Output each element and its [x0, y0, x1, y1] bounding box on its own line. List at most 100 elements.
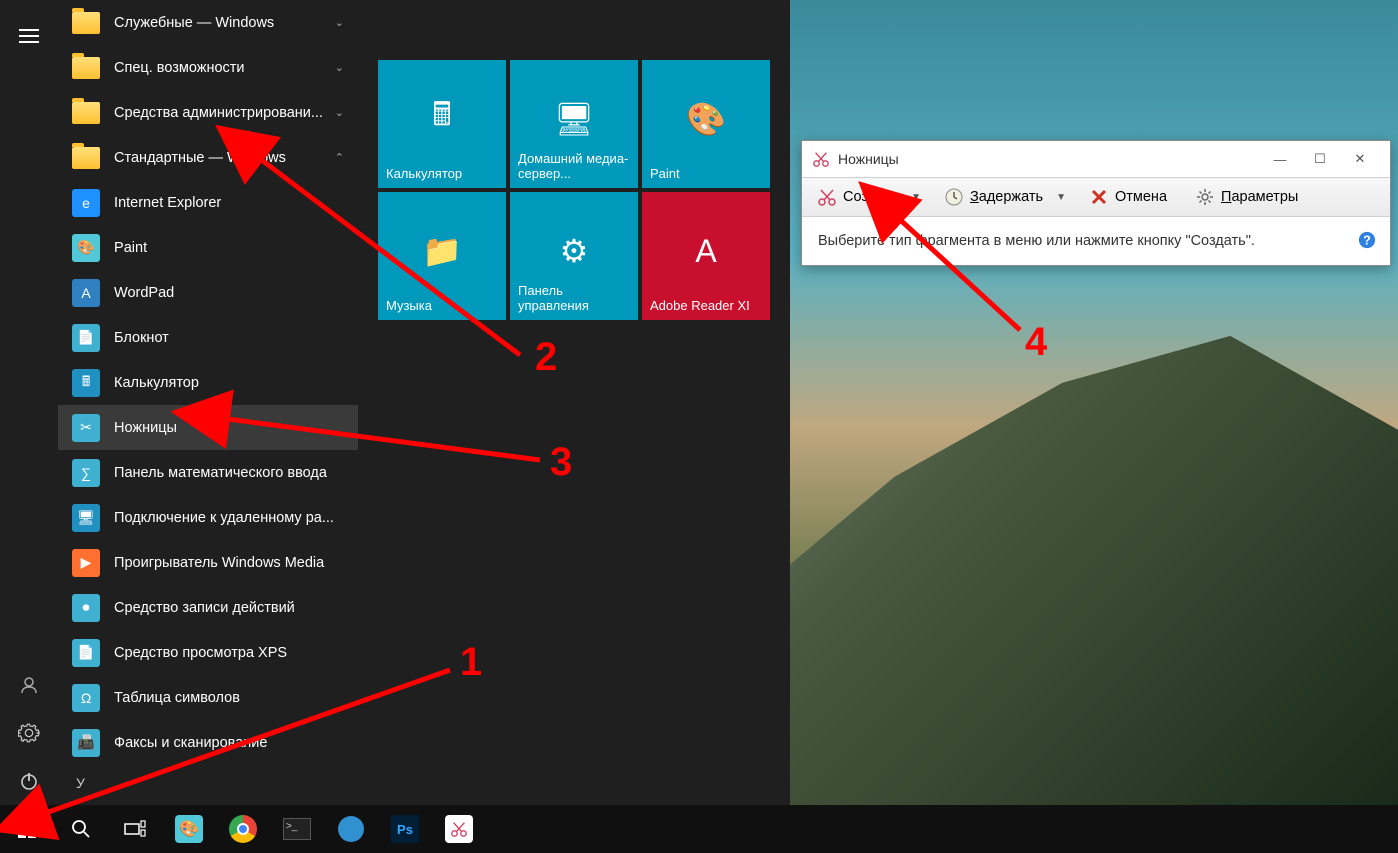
snipping-tool-window: Ножницы — ☐ ✕ Создать ▼ Задержать ▼ Отме… — [801, 140, 1391, 266]
snip-body: Выберите тип фрагмента в меню или нажмит… — [802, 217, 1390, 265]
folder-icon — [72, 147, 100, 169]
minimize-button[interactable]: — — [1260, 145, 1300, 173]
params-button[interactable]: Параметры — [1186, 182, 1307, 212]
app-item-2[interactable]: A WordPad — [58, 270, 358, 315]
app-icon: ⏺ — [72, 594, 100, 622]
folder-icon — [72, 12, 100, 34]
app-label: Internet Explorer — [114, 195, 221, 211]
app-icon: 📠 — [72, 729, 100, 757]
folder-0[interactable]: Служебные — Windows⌄ — [58, 0, 358, 45]
tile-label: Adobe Reader XI — [650, 299, 762, 314]
tile-4[interactable]: ⚙Панель управления — [510, 192, 638, 320]
app-label: Факсы и сканирование — [114, 735, 267, 751]
taskbar-snipping[interactable] — [432, 805, 486, 853]
app-label: Блокнот — [114, 330, 169, 346]
app-item-3[interactable]: 📄 Блокнот — [58, 315, 358, 360]
app-label: Панель математического ввода — [114, 465, 327, 481]
app-label: Paint — [114, 240, 147, 256]
tile-0[interactable]: 🖩 Калькулятор — [378, 60, 506, 188]
hamburger-icon[interactable] — [5, 12, 53, 60]
create-label: Создать — [843, 189, 898, 205]
start-button[interactable] — [0, 805, 54, 853]
annotation-4: 4 — [1025, 320, 1047, 365]
cancel-button[interactable]: Отмена — [1080, 182, 1176, 212]
create-dropdown[interactable]: ▼ — [907, 192, 925, 203]
tile-icon: 📁 — [421, 230, 463, 272]
folder-label: Служебные — Windows — [114, 15, 274, 31]
close-button[interactable]: ✕ — [1340, 145, 1380, 173]
power-icon[interactable] — [5, 757, 53, 805]
app-label: Таблица символов — [114, 690, 240, 706]
app-item-5[interactable]: ✂ Ножницы — [58, 405, 358, 450]
search-button[interactable] — [54, 805, 108, 853]
folder-label: Спец. возможности — [114, 60, 244, 76]
delay-dropdown[interactable]: ▼ — [1052, 192, 1070, 203]
window-title: Ножницы — [838, 151, 1260, 167]
app-label: Проигрыватель Windows Media — [114, 555, 324, 571]
tile-icon: 🎨 — [685, 98, 727, 140]
tile-label: Калькулятор — [386, 167, 498, 182]
app-label: Средство записи действий — [114, 600, 295, 616]
app-label: Средство просмотра XPS — [114, 645, 287, 661]
maximize-button[interactable]: ☐ — [1300, 145, 1340, 173]
tile-1[interactable]: 🖥Домашний медиа-сервер... — [510, 60, 638, 188]
app-item-8[interactable]: ▶Проигрыватель Windows Media — [58, 540, 358, 585]
delay-label: Задержать — [970, 189, 1043, 205]
clock-icon — [944, 187, 964, 207]
body-text: Выберите тип фрагмента в меню или нажмит… — [818, 233, 1255, 249]
app-icon: 🎨 — [72, 234, 100, 262]
taskbar-paint[interactable]: 🎨 — [162, 805, 216, 853]
taskview-button[interactable] — [108, 805, 162, 853]
app-label: Подключение к удаленному ра... — [114, 510, 334, 526]
app-item-10[interactable]: 📄 Средство просмотра XPS — [58, 630, 358, 675]
app-icon: A — [72, 279, 100, 307]
app-item-1[interactable]: 🎨 Paint — [58, 225, 358, 270]
taskbar-app-blue[interactable] — [324, 805, 378, 853]
app-icon: 📄 — [72, 639, 100, 667]
chevron-icon: ⌄ — [335, 106, 344, 119]
taskbar: 🎨 >_ Ps — [0, 805, 1398, 853]
tile-5[interactable]: AAdobe Reader XI — [642, 192, 770, 320]
taskbar-chrome[interactable] — [216, 805, 270, 853]
taskbar-terminal[interactable]: >_ — [270, 805, 324, 853]
chevron-icon: ⌃ — [335, 151, 344, 164]
app-label: WordPad — [114, 285, 174, 301]
app-item-9[interactable]: ⏺ Средство записи действий — [58, 585, 358, 630]
chevron-icon: ⌄ — [335, 61, 344, 74]
tile-label: Paint — [650, 167, 762, 182]
settings-icon[interactable] — [5, 709, 53, 757]
app-item-6[interactable]: ∑Панель математического ввода — [58, 450, 358, 495]
delay-button[interactable]: Задержать — [935, 182, 1052, 212]
taskbar-photoshop[interactable]: Ps — [378, 805, 432, 853]
start-menu: Служебные — Windows⌄Спец. возможности⌄Ср… — [0, 0, 790, 805]
app-label: Калькулятор — [114, 375, 199, 391]
params-label: Параметры — [1221, 189, 1298, 205]
user-icon[interactable] — [5, 661, 53, 709]
folder-3[interactable]: Стандартные — Windows⌃ — [58, 135, 358, 180]
tile-icon: 🖩 — [421, 98, 463, 140]
app-item-7[interactable]: 🖥Подключение к удаленному ра... — [58, 495, 358, 540]
tile-label: Музыка — [386, 299, 498, 314]
folder-2[interactable]: Средства администрировани...⌄ — [58, 90, 358, 135]
folder-icon — [72, 102, 100, 124]
scissors-icon — [817, 187, 837, 207]
app-icon: 📄 — [72, 324, 100, 352]
tiles-area: 🖩 Калькулятор 🖥Домашний медиа-сервер... 🎨 Pa… — [358, 0, 790, 805]
folder-1[interactable]: Спец. возможности ⌄ — [58, 45, 358, 90]
create-button[interactable]: Создать — [808, 182, 907, 212]
cancel-label: Отмена — [1115, 189, 1167, 205]
tile-3[interactable]: 📁 Музыка — [378, 192, 506, 320]
app-icon: Ω — [72, 684, 100, 712]
app-item-0[interactable]: eInternet Explorer — [58, 180, 358, 225]
letter-section: У — [58, 765, 358, 801]
tile-icon: 🖥 — [553, 98, 595, 140]
app-item-11[interactable]: Ω Таблица символов — [58, 675, 358, 720]
help-icon[interactable]: ? — [1358, 231, 1376, 249]
tile-2[interactable]: 🎨 Paint — [642, 60, 770, 188]
scissors-icon — [812, 150, 830, 168]
app-item-4[interactable]: 🖩Калькулятор — [58, 360, 358, 405]
titlebar[interactable]: Ножницы — ☐ ✕ — [802, 141, 1390, 177]
app-icon: ✂ — [72, 414, 100, 442]
app-label: Ножницы — [114, 420, 177, 436]
app-item-12[interactable]: 📠 Факсы и сканирование — [58, 720, 358, 765]
